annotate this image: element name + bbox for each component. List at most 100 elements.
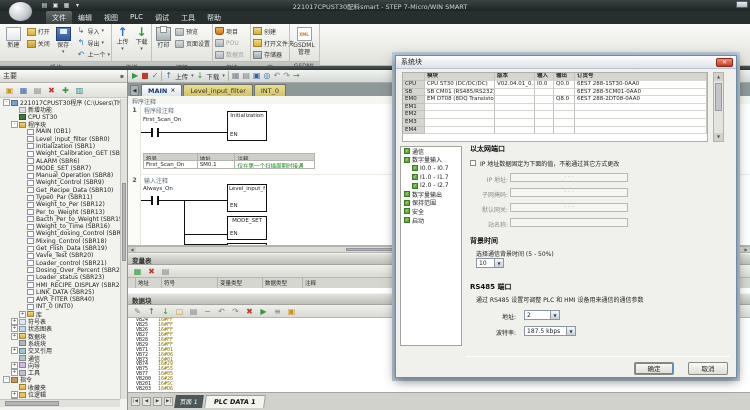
first-page-icon[interactable]: |◀ <box>131 397 140 406</box>
expander-icon[interactable]: + <box>11 333 18 340</box>
toolbar-icon[interactable]: ✎ <box>132 306 143 317</box>
tree-item[interactable]: Weight_to_Per (SBR12) <box>0 201 120 208</box>
toolbar-icon[interactable]: ▢ <box>174 306 185 317</box>
module-row[interactable]: CPU CPU ST30 (DC/DC/DC) V02.04.01_0... I… <box>403 81 707 89</box>
toolbar-icon[interactable]: ↶ <box>216 306 227 317</box>
instruction-box[interactable]: Level_input_f EN <box>227 184 267 212</box>
contact-symbol[interactable] <box>151 128 153 137</box>
instruction-box[interactable]: MODE_SET EN <box>227 216 267 240</box>
tree-item[interactable]: Type0_Par (SBR11) <box>0 194 120 201</box>
tree-item[interactable]: MAIN (OB1) <box>0 128 120 135</box>
module-row[interactable]: SB SB CM01 (RS485/RS232) 6ES7 288-5CM01-… <box>403 89 707 97</box>
tree-item[interactable]: 通信 <box>0 354 120 361</box>
tree-item[interactable]: - 程序块 <box>0 121 120 128</box>
export-button[interactable]: ↰导出▾ <box>76 38 110 49</box>
data-page-tab[interactable]: 页面 1 <box>174 395 204 408</box>
tree-item[interactable]: LINK_DATA (SBR25) <box>0 289 120 296</box>
toolbar-icon[interactable]: ✖ <box>146 266 157 277</box>
contact-symbol[interactable] <box>151 196 153 205</box>
tree-item[interactable]: AVR_FITER (SBR40) <box>0 296 120 303</box>
toolbar-icon[interactable]: → <box>293 70 300 82</box>
tree-item[interactable]: + 向导 <box>0 362 120 369</box>
tree-item[interactable]: Mixing_Control (SBR18) <box>0 238 120 245</box>
expander-icon[interactable]: + <box>11 347 18 354</box>
tree-item[interactable]: 收藏夹 <box>0 384 120 391</box>
tree-item[interactable]: Weight_Control (SBR9) <box>0 179 120 186</box>
toolbar-icon[interactable]: ■ <box>141 70 149 82</box>
upload-icon[interactable]: ↑ <box>165 70 172 82</box>
toolbar-icon[interactable]: ▤ <box>32 85 43 96</box>
toolbar-icon[interactable]: ▦ <box>232 70 240 82</box>
library-create-button[interactable]: 创建 <box>253 26 294 37</box>
toolbar-icon[interactable]: ↶ <box>274 70 281 82</box>
tree-item[interactable]: + 库 <box>0 311 120 318</box>
toolbar-icon[interactable]: ≡ <box>272 306 283 317</box>
tree-item[interactable]: - 221017CPUST30程序 (C:\Users\ThinkPa <box>0 99 120 106</box>
tree-item[interactable]: Initialization (SBR1) <box>0 143 120 150</box>
protect-project-button[interactable]: 项目 <box>215 26 244 37</box>
tree-item[interactable]: Vavle_Test (SBR20) <box>0 252 120 259</box>
tab-close-icon[interactable]: × <box>170 87 175 94</box>
expander-icon[interactable]: + <box>11 362 18 369</box>
tree-item[interactable]: 新增功能 <box>0 106 120 113</box>
expander-icon[interactable]: + <box>11 391 18 398</box>
tree-item[interactable]: + 工具 <box>0 369 120 376</box>
tree-item[interactable]: Manual_Operation (SBR8) <box>0 172 120 179</box>
rs485-address-select[interactable]: 2▼ <box>524 310 560 320</box>
toolbar-icon[interactable]: ▣ <box>4 85 15 96</box>
toolbar-icon[interactable]: ▦ <box>132 266 143 277</box>
tree-item[interactable]: MODE_SET (SBR7) <box>0 165 120 172</box>
expander-icon[interactable]: + <box>19 311 26 318</box>
tree-item[interactable]: CPU ST30 <box>0 114 120 121</box>
tree-item[interactable]: INT_0 (INT0) <box>0 303 120 310</box>
toolbar-icon[interactable]: − <box>202 306 213 317</box>
tree-item[interactable]: Get_Recipe_Data (SBR10) <box>0 187 120 194</box>
upload-button[interactable]: ↑ 上传▾ <box>114 26 131 60</box>
tree-item[interactable]: Weight_dosing_Control (SBR17) <box>0 230 120 237</box>
module-row[interactable]: EM4 <box>403 127 707 135</box>
toolbar-icon[interactable]: ↑ <box>146 306 157 317</box>
tree-item[interactable]: - 指令 <box>0 376 120 383</box>
toolbar-icon[interactable]: ▦ <box>18 85 29 96</box>
gsdml-manage-button[interactable]: XML GSDML 管理 <box>292 26 316 60</box>
tree-item[interactable]: Weight_Calibration_GET (SBR2) <box>0 150 120 157</box>
cancel-button[interactable]: 取消 <box>688 362 728 375</box>
new-button[interactable]: 新建 <box>2 26 25 60</box>
toolbar-icon[interactable]: ↓ <box>160 306 171 317</box>
tree-item[interactable]: + 位逻辑 <box>0 391 120 398</box>
dialog-nav-item[interactable]: 保持范围 <box>401 199 461 208</box>
toolbar-icon[interactable]: ▥ <box>74 85 85 96</box>
download-icon[interactable]: ↓ <box>197 70 204 82</box>
symbol-row[interactable]: First_Scan_On SM0.1 仅在第一个扫描周期时接通 <box>144 161 315 169</box>
dialog-nav-item[interactable]: 通信 <box>401 147 461 156</box>
ip-fixed-checkbox-label[interactable]: IP 地址数据固定为下面的值，不能通过其它方式更改 <box>480 159 619 168</box>
dialog-nav-item[interactable]: I1.0 - I1.7 <box>401 173 461 182</box>
module-row[interactable]: EM0 EM DT08 (8DQ Transistor) Q8.0 6ES7 2… <box>403 96 707 104</box>
network-comment[interactable]: 程序段注释 <box>144 106 174 115</box>
toolbar-icon[interactable]: ◎ <box>264 70 271 82</box>
toolbar-icon[interactable]: ▤ <box>242 70 250 82</box>
qat-icon[interactable]: ▤ <box>40 1 49 10</box>
tree-item[interactable]: ALARM (SBR6) <box>0 157 120 164</box>
app-orb-button[interactable] <box>8 1 33 22</box>
tree-item[interactable]: 系统块 <box>0 340 120 347</box>
module-row[interactable]: EM1 <box>403 104 707 112</box>
editor-tab[interactable]: Level_input_filter <box>183 84 253 96</box>
toolbar-icon[interactable]: ▣ <box>286 306 297 317</box>
ribbon-tab[interactable]: 帮助 <box>201 11 227 24</box>
ribbon-tab[interactable]: 工具 <box>175 11 201 24</box>
dialog-nav-item[interactable]: I2.0 - I2.7 <box>401 181 461 190</box>
page-setup-button[interactable]: 页面设置 <box>175 38 210 49</box>
last-page-icon[interactable]: ▶| <box>164 397 173 406</box>
qat-icon[interactable]: ▾ <box>73 1 82 10</box>
toolbar-icon[interactable]: ↷ <box>283 70 290 82</box>
background-time-select[interactable]: 10▼ <box>476 258 504 268</box>
tree-item[interactable]: Loader_status (SBR23) <box>0 274 120 281</box>
module-table-scrollbar[interactable]: ▲ ▼ <box>713 72 724 142</box>
preview-button[interactable]: 预览 <box>175 26 210 37</box>
ribbon-tab[interactable]: 文件 <box>46 11 72 24</box>
close-button[interactable]: 关闭 <box>27 38 50 49</box>
toolbar-icon[interactable]: ▶ <box>258 306 269 317</box>
expander-icon[interactable]: + <box>11 318 18 325</box>
expander-icon[interactable]: + <box>11 325 18 332</box>
